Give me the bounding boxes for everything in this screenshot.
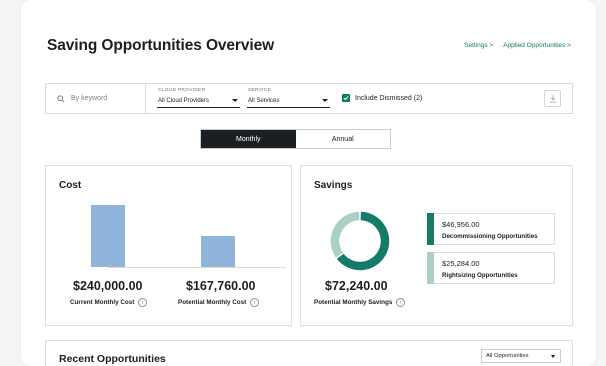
filter-bar: By keyword CLOUD PROVIDER All Cloud Prov… <box>45 83 573 114</box>
period-toggle: Monthly Annual <box>200 129 391 149</box>
settings-link[interactable]: Settings > <box>464 42 493 49</box>
legend-swatch <box>427 213 434 245</box>
rightsizing-amount: $25,284.00 <box>442 259 480 268</box>
potential-cost-caption: Potential Monthly Cost i <box>178 298 260 307</box>
savings-total-caption: Potential Monthly Savings i <box>314 298 406 307</box>
decommissioning-label: Decommissioning Opportunities <box>442 233 538 240</box>
savings-total-label: Potential Monthly Savings <box>314 299 393 306</box>
cloud-provider-label: CLOUD PROVIDER <box>158 88 206 93</box>
service-select[interactable]: SERVICE All Services <box>247 88 330 108</box>
include-dismissed-checkbox[interactable]: Include Dismissed (2) <box>342 94 422 102</box>
chevron-down-icon <box>551 355 555 358</box>
checkbox-checked-icon <box>342 94 350 102</box>
page-title: Saving Opportunities Overview <box>47 37 275 54</box>
savings-total-amount: $72,240.00 <box>325 279 388 293</box>
tab-monthly[interactable]: Monthly <box>201 130 296 148</box>
tab-annual[interactable]: Annual <box>296 130 391 148</box>
potential-cost-bar <box>201 235 235 267</box>
current-cost-caption: Current Monthly Cost i <box>70 298 148 307</box>
info-icon[interactable]: i <box>138 298 148 307</box>
current-cost-label: Current Monthly Cost <box>70 299 135 306</box>
savings-panel: Savings $72,240.00 Potential Monthly Sav… <box>300 165 573 326</box>
search-icon <box>57 94 65 103</box>
recent-opportunities-panel: Recent Opportunities All Opportunities <box>45 340 573 366</box>
decommissioning-amount: $46,956.00 <box>442 220 480 229</box>
cost-panel: Cost $240,000.00 $167,760.00 Current Mon… <box>45 165 292 326</box>
cloud-provider-value: All Cloud Providers <box>158 98 210 104</box>
search-input[interactable]: By keyword <box>46 84 146 113</box>
rightsizing-label: Rightsizing Opportunities <box>442 272 518 279</box>
opportunities-filter-select[interactable]: All Opportunities <box>481 349 561 363</box>
info-icon[interactable]: i <box>250 298 260 307</box>
download-button[interactable] <box>544 90 561 107</box>
savings-donut <box>330 211 390 271</box>
cloud-provider-select[interactable]: CLOUD PROVIDER All Cloud Providers <box>157 88 240 108</box>
service-value: All Services <box>248 98 280 104</box>
chevron-down-icon <box>232 99 238 102</box>
recent-opportunities-title: Recent Opportunities <box>59 353 166 365</box>
savings-title: Savings <box>314 180 353 191</box>
legend-swatch <box>427 252 434 284</box>
opportunities-filter-value: All Opportunities <box>486 353 529 359</box>
legend-rightsizing: $25,284.00 Rightsizing Opportunities <box>427 252 555 284</box>
header-links: Settings > Applied Opportunities > <box>464 42 571 49</box>
service-label: SERVICE <box>248 88 272 93</box>
include-dismissed-label: Include Dismissed (2) <box>355 94 423 102</box>
current-cost-amount: $240,000.00 <box>73 279 143 293</box>
legend-decommissioning: $46,956.00 Decommissioning Opportunities <box>427 213 555 245</box>
cost-title: Cost <box>59 180 82 191</box>
search-placeholder: By keyword <box>71 95 108 102</box>
current-cost-bar <box>91 205 125 267</box>
chevron-down-icon <box>322 99 328 102</box>
potential-cost-label: Potential Monthly Cost <box>178 299 247 306</box>
donut-segment-rightsizing <box>330 211 360 258</box>
potential-cost-amount: $167,760.00 <box>186 279 256 293</box>
download-icon <box>549 94 556 103</box>
info-icon[interactable]: i <box>396 298 406 307</box>
applied-opportunities-link[interactable]: Applied Opportunities > <box>503 42 571 49</box>
chart-baseline <box>108 267 286 268</box>
